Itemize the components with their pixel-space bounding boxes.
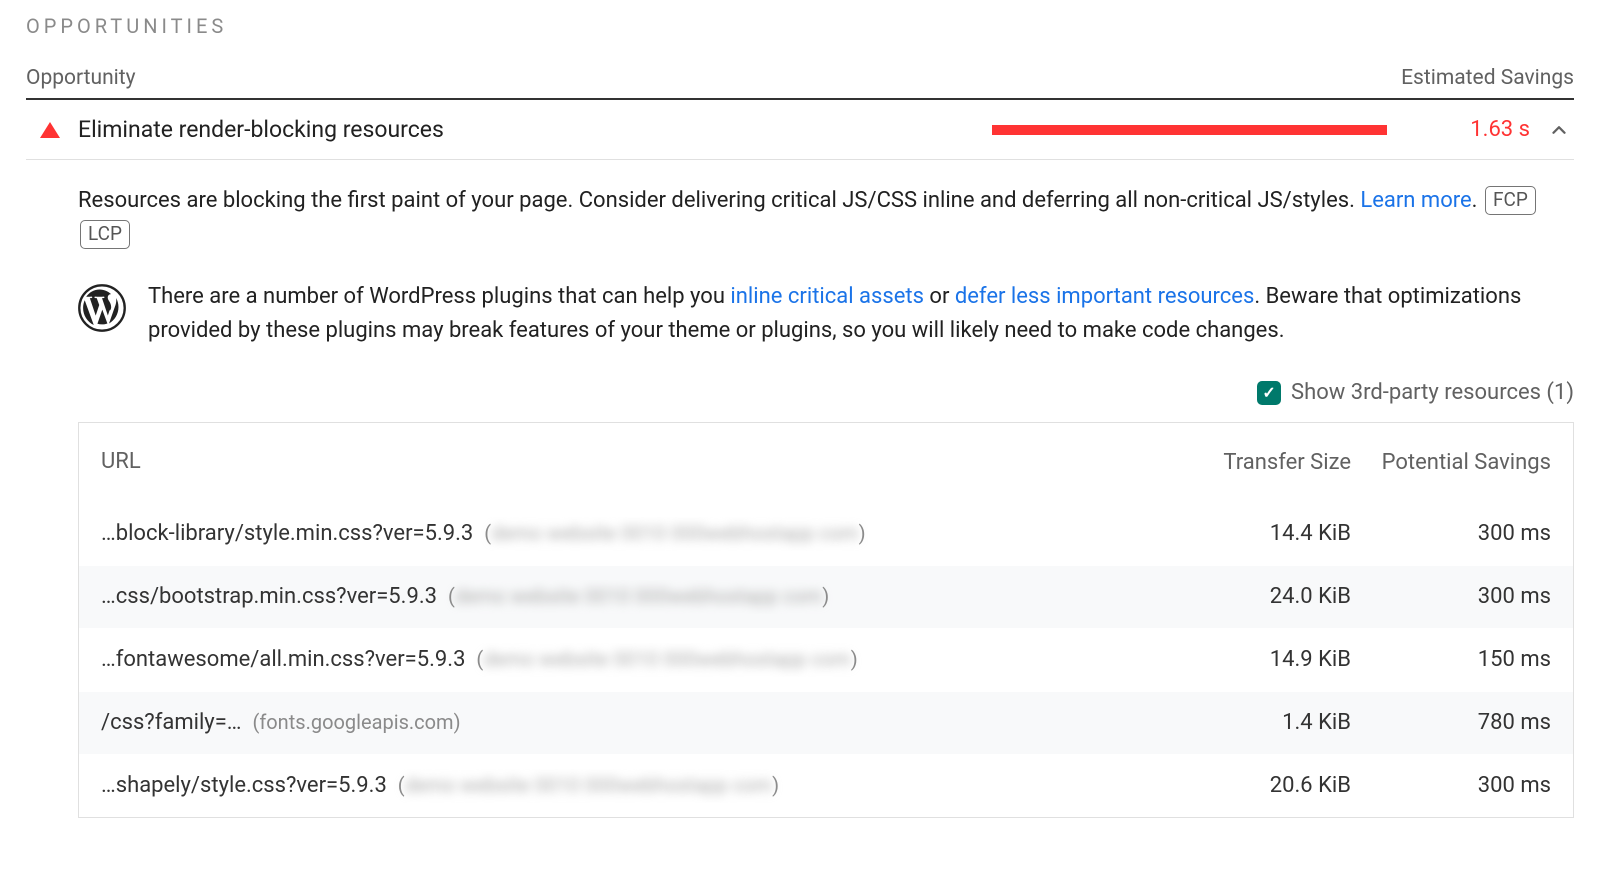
third-party-checkbox[interactable]: ✓ — [1257, 381, 1281, 405]
wp-pre: There are a number of WordPress plugins … — [148, 284, 730, 309]
description-text: Resources are blocking the first paint o… — [78, 188, 1360, 213]
row-savings: 780 ms — [1351, 706, 1551, 740]
table-row: …shapely/style.css?ver=5.9.3 (demo websi… — [79, 754, 1573, 817]
opportunity-details: Resources are blocking the first paint o… — [26, 160, 1574, 818]
row-url[interactable]: …shapely/style.css?ver=5.9.3 (demo websi… — [101, 769, 1151, 803]
lcp-tag: LCP — [80, 220, 130, 249]
resources-table: URL Transfer Size Potential Savings …blo… — [78, 422, 1574, 818]
row-size: 14.9 KiB — [1151, 643, 1351, 677]
row-size: 20.6 KiB — [1151, 769, 1351, 803]
table-header: URL Transfer Size Potential Savings — [79, 423, 1573, 501]
row-size: 24.0 KiB — [1151, 580, 1351, 614]
row-source: (demo website 0010 000webhostapp com) — [393, 773, 779, 797]
savings-value: 1.63 s — [1430, 117, 1530, 142]
chevron-up-icon — [1548, 119, 1570, 141]
table-row: …fontawesome/all.min.css?ver=5.9.3 (demo… — [79, 628, 1573, 691]
header-savings-label: Estimated Savings — [1401, 66, 1574, 90]
row-url[interactable]: /css?family=… (fonts.googleapis.com) — [101, 706, 1151, 740]
row-savings: 300 ms — [1351, 769, 1551, 803]
triangle-fail-icon — [40, 122, 60, 138]
row-url[interactable]: …block-library/style.min.css?ver=5.9.3 (… — [101, 517, 1151, 551]
row-savings: 300 ms — [1351, 517, 1551, 551]
opportunity-row[interactable]: Eliminate render-blocking resources 1.63… — [26, 100, 1574, 160]
row-savings: 150 ms — [1351, 643, 1551, 677]
header-opportunity-label: Opportunity — [26, 66, 136, 90]
row-size: 1.4 KiB — [1151, 706, 1351, 740]
row-url[interactable]: …css/bootstrap.min.css?ver=5.9.3 (demo w… — [101, 580, 1151, 614]
row-url[interactable]: …fontawesome/all.min.css?ver=5.9.3 (demo… — [101, 643, 1151, 677]
wp-mid: or — [924, 284, 955, 309]
section-title: OPPORTUNITIES — [26, 14, 1574, 38]
inline-critical-assets-link[interactable]: inline critical assets — [730, 284, 924, 309]
row-source: (demo website 0010 000webhostapp com) — [479, 521, 865, 545]
th-url: URL — [101, 445, 1151, 479]
row-savings: 300 ms — [1351, 580, 1551, 614]
row-source: (demo website 0010 000webhostapp com) — [471, 647, 857, 671]
th-size: Transfer Size — [1151, 448, 1351, 478]
fcp-tag: FCP — [1485, 186, 1536, 215]
description-post: . — [1472, 188, 1478, 213]
row-source: (demo website 0010 000webhostapp com) — [443, 584, 829, 608]
savings-bar — [992, 125, 1412, 135]
th-savings: Potential Savings — [1351, 448, 1551, 478]
learn-more-link[interactable]: Learn more — [1360, 188, 1471, 213]
opportunity-title: Eliminate render-blocking resources — [78, 116, 974, 143]
wordpress-icon — [78, 284, 126, 332]
defer-resources-link[interactable]: defer less important resources — [955, 284, 1254, 309]
table-row: …css/bootstrap.min.css?ver=5.9.3 (demo w… — [79, 565, 1573, 628]
table-row: …block-library/style.min.css?ver=5.9.3 (… — [79, 502, 1573, 565]
table-row: /css?family=… (fonts.googleapis.com)1.4 … — [79, 691, 1573, 754]
row-source: (fonts.googleapis.com) — [248, 710, 461, 734]
third-party-label: Show 3rd-party resources (1) — [1291, 376, 1574, 410]
opportunities-header: Opportunity Estimated Savings — [26, 66, 1574, 100]
opportunity-description: Resources are blocking the first paint o… — [78, 184, 1574, 252]
row-size: 14.4 KiB — [1151, 517, 1351, 551]
wordpress-hint: There are a number of WordPress plugins … — [148, 280, 1574, 348]
